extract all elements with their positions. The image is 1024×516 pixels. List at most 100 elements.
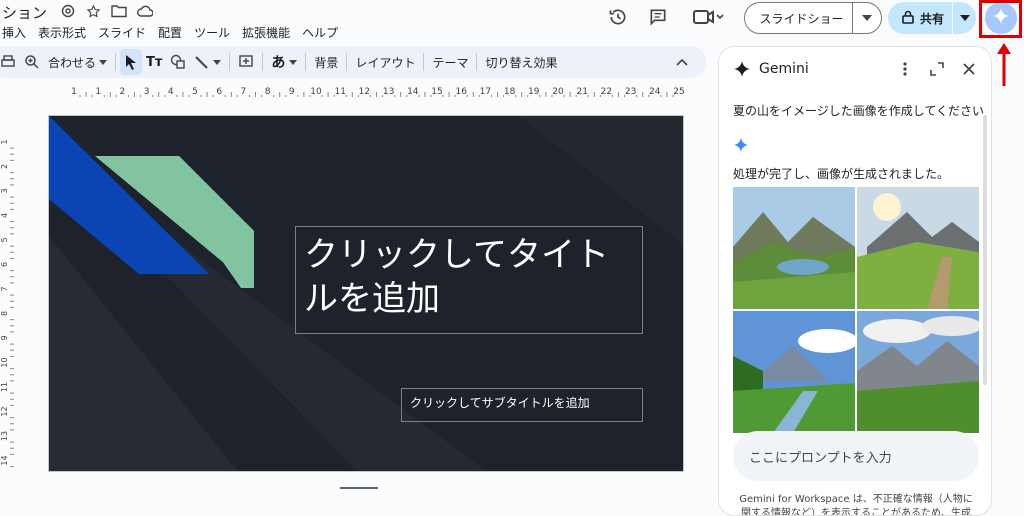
ruler-tick-label: 9 <box>0 335 9 340</box>
annotation-highlight-box <box>979 0 1022 38</box>
menu-extensions[interactable]: 拡張機能 <box>242 24 290 41</box>
shape-tool-icon[interactable] <box>166 49 190 75</box>
ruler-tick-label: 5 <box>192 87 198 97</box>
ruler-tick-label: 14 <box>407 87 419 97</box>
generated-image-3[interactable] <box>733 311 855 433</box>
document-title[interactable]: ション <box>2 2 47 23</box>
ruler-tick-label: 7 <box>0 286 9 291</box>
divider <box>346 53 348 71</box>
ruler-tick-label: 24 <box>649 87 661 97</box>
gemini-panel-header: Gemini <box>719 47 991 93</box>
share-label: 共有 <box>920 11 945 26</box>
comment-icon[interactable] <box>646 5 670 29</box>
ruler-tick-label: 13 <box>383 87 394 97</box>
ruler-tick-label: 4 <box>168 87 174 97</box>
ruler-tick-label: 12 <box>0 406 9 416</box>
gemini-panel-scrollbar[interactable] <box>983 115 987 385</box>
ruler-tick-label: 23 <box>625 87 636 97</box>
prompt-input[interactable]: ここにプロンプトを入力 <box>733 431 979 481</box>
divider <box>305 53 307 71</box>
menu-help[interactable]: ヘルプ <box>302 24 338 41</box>
menu-slide[interactable]: スライド <box>98 24 146 41</box>
ruler-tick-label: 18 <box>504 87 516 97</box>
horizontal-ruler: 1 1 2 3 4 5 6 7 8 9 10 11 12 13 14 15 16 17 18 19 20 21 22 23 24… <box>71 87 684 97</box>
ruler-tick-label: 22 <box>601 87 612 97</box>
ruler-tick-label: 6 <box>0 262 9 267</box>
ruler-tick-label: 7 <box>241 87 247 97</box>
filmstrip-resize-handle[interactable] <box>340 487 378 489</box>
input-tools-select[interactable]: あ <box>267 49 301 75</box>
cloud-saved-icon <box>137 3 153 19</box>
divider <box>423 53 425 71</box>
menu-bar: 挿入 表示形式 スライド 配置 ツール 拡張機能 ヘルプ <box>2 24 338 41</box>
background-button[interactable]: 背景 <box>310 49 342 75</box>
collapse-toolbar-icon[interactable] <box>672 49 692 75</box>
gemini-sparkle-icon <box>733 137 749 157</box>
more-options-icon[interactable] <box>897 61 913 81</box>
theme-button[interactable]: テーマ <box>428 49 472 75</box>
layout-button[interactable]: レイアウト <box>351 49 419 75</box>
ruler-tick-label: 21 <box>576 87 587 97</box>
share-button[interactable]: 共有 <box>888 2 976 34</box>
close-icon[interactable] <box>961 61 977 81</box>
menu-insert[interactable]: 挿入 <box>2 24 26 41</box>
transition-button[interactable]: 切り替え効果 <box>481 49 561 75</box>
ruler-tick-label: 13 <box>0 431 9 441</box>
print-icon[interactable] <box>0 49 20 75</box>
zoom-select[interactable]: 合わせる <box>44 49 111 75</box>
line-tool-icon[interactable] <box>190 49 225 75</box>
meet-icon[interactable] <box>690 5 726 29</box>
ruler-tick-label: 10 <box>310 87 322 97</box>
title-placeholder[interactable]: クリックしてタイトルを追加 <box>295 226 643 334</box>
ruler-tick-label: 1 <box>71 87 77 97</box>
text-box-tool[interactable]: Tт <box>142 49 166 75</box>
subtitle-placeholder[interactable]: クリックしてサブタイトルを追加 <box>401 388 643 422</box>
menu-format[interactable]: 表示形式 <box>38 24 86 41</box>
mention-icon[interactable] <box>60 3 76 19</box>
gemini-disclaimer: Gemini for Workspace は、不正確な情報（人物に関する情報など… <box>739 494 973 516</box>
ruler-tick-label: 20 <box>552 87 564 97</box>
divider <box>476 53 478 71</box>
annotation-arrow-icon <box>994 40 1014 92</box>
ruler-tick-label: 9 <box>289 87 295 97</box>
star-icon[interactable] <box>85 3 101 19</box>
history-icon[interactable] <box>606 5 630 29</box>
ruler-tick-label: 15 <box>431 87 442 97</box>
ruler-tick-label: 5 <box>0 237 9 242</box>
add-comment-icon[interactable] <box>234 49 258 75</box>
menu-tools[interactable]: ツール <box>194 24 230 41</box>
ruler-tick-label: 1 <box>0 139 9 144</box>
zoom-icon[interactable] <box>20 49 44 75</box>
ruler-tick-label: 1 <box>95 87 101 97</box>
chevron-down-icon[interactable] <box>953 15 976 21</box>
divider <box>115 53 117 71</box>
ruler-tick-label: 8 <box>265 87 271 97</box>
divider <box>229 53 231 71</box>
user-prompt-message: 夏の山をイメージした画像を作成してください <box>733 104 985 118</box>
slideshow-button[interactable]: スライドショー <box>744 2 882 34</box>
select-tool-icon[interactable] <box>120 49 143 75</box>
gemini-side-panel: Gemini 夏の山をイメージした画像を作成してください 処理が完了し、画像が生… <box>718 46 992 516</box>
input-tools-label: あ <box>271 55 286 71</box>
slide-canvas[interactable]: クリックしてタイトルを追加 クリックしてサブタイトルを追加 <box>48 115 684 472</box>
ruler-tick-label: 8 <box>0 311 9 316</box>
vertical-ruler: 1234567891011121314 <box>0 139 14 468</box>
ruler-tick-label: 3 <box>0 188 9 193</box>
slideshow-label: スライドショー <box>759 11 844 26</box>
chevron-down-icon[interactable] <box>853 15 881 21</box>
top-bar: ション 挿入 表示形式 スライド 配置 ツール 拡張機能 ヘルプ スライドショー <box>0 0 1024 44</box>
expand-icon[interactable] <box>929 61 945 81</box>
generated-image-4[interactable] <box>857 311 979 433</box>
ruler-tick-label: 11 <box>0 382 9 392</box>
zoom-label: 合わせる <box>48 55 97 70</box>
gemini-reply-message: 処理が完了し、画像が生成されました。 <box>733 167 950 181</box>
move-folder-icon[interactable] <box>111 3 127 19</box>
generated-image-1[interactable] <box>733 187 855 309</box>
generated-image-2[interactable] <box>857 187 979 309</box>
ruler-tick-label: 4 <box>0 213 9 218</box>
ruler-tick-label: 19 <box>528 87 540 97</box>
editing-toolbar: 合わせる Tт あ 背景 レイアウト テーマ 切り替え効果 <box>0 46 706 78</box>
ruler-tick-label: 11 <box>334 87 345 97</box>
ruler-tick-label: 17 <box>480 87 491 97</box>
menu-arrange[interactable]: 配置 <box>158 24 182 41</box>
